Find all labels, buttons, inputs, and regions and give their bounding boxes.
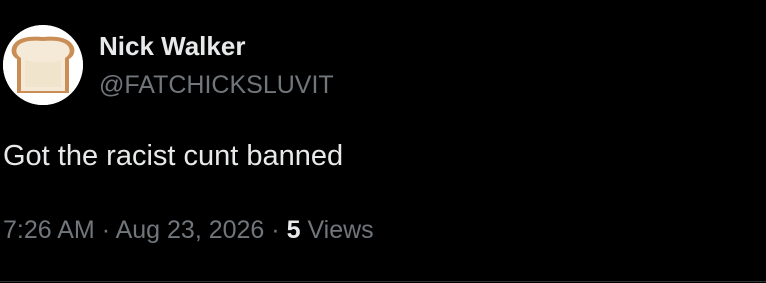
tweet-date[interactable]: Aug 23, 2026 [116, 216, 265, 244]
views-label: Views [307, 216, 374, 244]
display-name[interactable]: Nick Walker [99, 30, 245, 62]
tweet-text: Got the racist cunt banned [3, 140, 344, 172]
bread-slice-icon [3, 25, 83, 105]
handle[interactable]: @FATCHICKSLUVIT [99, 70, 334, 100]
tweet-time[interactable]: 7:26 AM [3, 216, 95, 244]
meta-separator: · [271, 216, 280, 244]
avatar[interactable] [3, 25, 83, 105]
tweet: Nick Walker @FATCHICKSLUVIT Got the raci… [0, 0, 766, 283]
divider [0, 281, 766, 282]
tweet-meta: 7:26 AM · Aug 23, 2026 · 5 Views [3, 214, 374, 246]
meta-separator: · [101, 216, 111, 244]
view-count: 5 [286, 216, 301, 244]
